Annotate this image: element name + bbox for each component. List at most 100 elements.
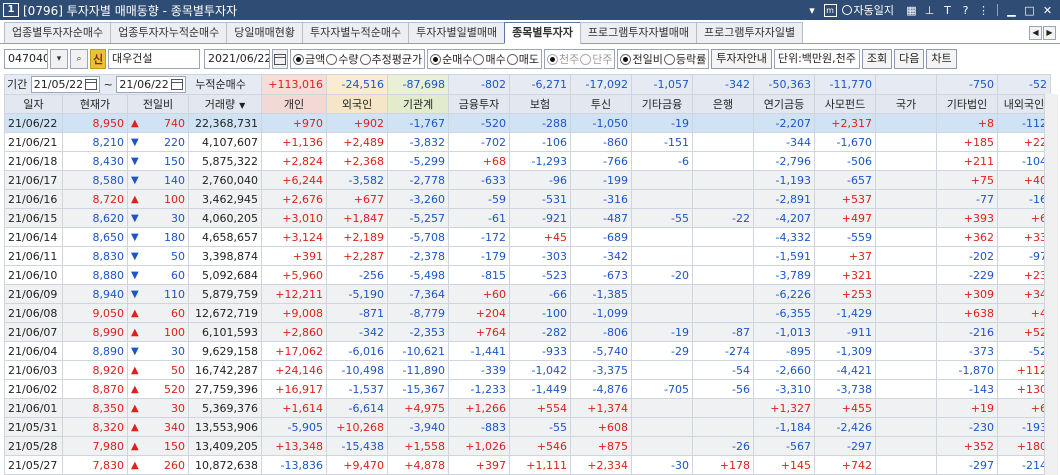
- radio-quantity[interactable]: 수량: [326, 51, 359, 67]
- col-header-trust[interactable]: 투신: [570, 94, 633, 114]
- search-button[interactable]: 조회: [861, 49, 893, 69]
- table-row[interactable]: 21/06/14 8,650 ▼ 180 4,658,657 +3,124 +2,189 -5…: [4, 227, 1052, 247]
- cell-foreign: -6,016: [326, 341, 389, 361]
- grid-icon[interactable]: ▦: [905, 4, 918, 17]
- cell-pension: -1,193: [753, 170, 816, 190]
- radio-sell[interactable]: 매도: [506, 51, 539, 67]
- calendar-icon[interactable]: [85, 79, 98, 90]
- table-row[interactable]: 21/05/31 8,320 ▲ 340 13,553,906 -5,905 +10,268…: [4, 417, 1052, 437]
- table-row[interactable]: 21/05/27 7,830 ▲ 260 10,872,638 -13,836 +9,470…: [4, 455, 1052, 475]
- calendar-icon[interactable]: [170, 79, 183, 90]
- tab-sector-investor-cum-netbuy[interactable]: 업종투자자누적순매수: [110, 22, 228, 43]
- autolink-toggle[interactable]: 자동일지: [841, 2, 894, 18]
- cell-insurance: -303: [509, 246, 572, 266]
- code-dropdown-icon[interactable]: ▾: [50, 49, 68, 69]
- stock-code-input[interactable]: 047040: [4, 49, 48, 69]
- table-row[interactable]: 21/06/22 8,950 ▲ 740 22,368,731 +970 +902 -1,76…: [4, 113, 1052, 133]
- cell-fin-invest: -520: [448, 113, 511, 133]
- tab-scroll-left-icon[interactable]: ◀: [1029, 26, 1042, 40]
- col-header-bank[interactable]: 은행: [692, 94, 755, 114]
- table-row[interactable]: 21/06/15 8,620 ▼ 30 4,060,205 +3,010 +1,847 -5,…: [4, 208, 1052, 228]
- table-row[interactable]: 21/06/10 8,880 ▼ 60 5,092,684 +5,960 -256 -5,49…: [4, 265, 1052, 285]
- table-row[interactable]: 21/06/07 8,990 ▲ 100 6,101,593 +2,860 -342 -2,3…: [4, 322, 1052, 342]
- col-header-other-fin[interactable]: 기타금융: [631, 94, 694, 114]
- col-header-price[interactable]: 현재가: [62, 94, 128, 114]
- vertical-scrollbar[interactable]: [1044, 94, 1058, 475]
- cell-fin-invest: +764: [448, 322, 511, 342]
- maximize-icon[interactable]: □: [1023, 4, 1036, 17]
- pin-icon[interactable]: ⊥: [923, 4, 936, 17]
- header-row: 일자 현재가 전일비 거래량 ▼ 개인 외국인 기관계 금융투자 보험 투신 기타…: [4, 94, 1052, 114]
- up-arrow-icon: ▲: [131, 193, 139, 205]
- cell-individual: +13,348: [261, 436, 328, 456]
- table-row[interactable]: 21/06/09 8,940 ▼ 110 5,879,759 +12,211 -5,190-…: [4, 284, 1052, 304]
- radio-amount[interactable]: 금액: [293, 51, 325, 67]
- tab-stock-investor[interactable]: 종목별투자자: [504, 22, 581, 44]
- col-header-individual[interactable]: 개인: [261, 94, 328, 114]
- investor-guide-button[interactable]: 투자자안내: [711, 49, 772, 69]
- radio-net-buy[interactable]: 순매수: [430, 51, 472, 67]
- tab-scroll-right-icon[interactable]: ▶: [1043, 26, 1056, 40]
- tab-today-trading[interactable]: 당일매매현황: [226, 22, 304, 43]
- more-icon[interactable]: ⋮: [977, 4, 990, 17]
- help-icon[interactable]: ?: [959, 4, 972, 17]
- table-row[interactable]: 21/06/08 9,050 ▲ 60 12,672,719 +9,008 -871 -8,7…: [4, 303, 1052, 323]
- col-header-foreign[interactable]: 외국인: [326, 94, 389, 114]
- radio-thousand-shares[interactable]: 천주: [546, 51, 579, 67]
- table-row[interactable]: 21/06/02 8,870 ▲ 520 27,759,396 +16,917 -1,537…: [4, 379, 1052, 399]
- radio-prev-day-change[interactable]: 전일비: [620, 51, 663, 67]
- table-row[interactable]: 21/06/01 8,350 ▲ 30 5,369,376 +1,614 -6,614 +4,…: [4, 398, 1052, 418]
- minimize-icon[interactable]: ▁: [1005, 4, 1018, 17]
- col-header-other-corp[interactable]: 기타법인: [936, 94, 999, 114]
- col-header-private-fund[interactable]: 사모펀드: [814, 94, 877, 114]
- table-row[interactable]: 21/06/16 8,720 ▲ 100 3,462,945 +2,676 +677 -3,2…: [4, 189, 1052, 209]
- sort-icon[interactable]: ▼: [239, 101, 245, 110]
- radio-single-shares[interactable]: 단주: [580, 51, 612, 67]
- col-header-nation[interactable]: 국가: [875, 94, 938, 114]
- tab-program-investor-trading[interactable]: 프로그램투자자별매매: [579, 22, 698, 43]
- tab-sector-investor-netbuy[interactable]: 업종별투자자순매수: [4, 22, 112, 43]
- radio-change-rate[interactable]: 등락률: [663, 51, 706, 67]
- col-header-volume[interactable]: 거래량 ▼: [187, 94, 263, 114]
- tab-investor-daily-trading[interactable]: 투자자별일별매매: [408, 22, 506, 43]
- cell-institution: +1,558: [387, 436, 450, 456]
- search-icon[interactable]: ⌕: [70, 49, 88, 69]
- radio-buy[interactable]: 매수: [473, 51, 506, 67]
- col-header-fin-invest[interactable]: 금융투자: [448, 94, 511, 114]
- radio-est-avg-price[interactable]: 추정평균가: [359, 51, 422, 67]
- cell-fin-invest: -172: [448, 227, 511, 247]
- table-row[interactable]: 21/06/21 8,210 ▼ 220 4,107,607 +1,136 +2,489 -3…: [4, 132, 1052, 152]
- stock-name-field[interactable]: 대우건설: [108, 49, 200, 69]
- text-icon[interactable]: T: [941, 4, 954, 17]
- col-header-domestic-foreign[interactable]: 내외국인: [997, 94, 1052, 114]
- cell-bank: -26: [692, 436, 755, 456]
- cell-private-fund: +537: [814, 189, 877, 209]
- table-row[interactable]: 21/06/03 8,920 ▲ 50 16,742,287 +24,146 -10,498…: [4, 360, 1052, 380]
- col-header-change[interactable]: 전일비: [127, 94, 189, 114]
- tab-bar: 업종별투자자순매수 업종투자자누적순매수 당일매매현황 투자자별누적순매수 투자…: [0, 22, 1060, 44]
- cell-fin-invest: +1,026: [448, 436, 511, 456]
- period-from-input[interactable]: 21/05/22: [30, 76, 101, 93]
- table-row[interactable]: 21/05/28 7,980 ▲ 150 13,409,205 +13,348 -15,43…: [4, 436, 1052, 456]
- table-row[interactable]: 21/06/18 8,430 ▼ 150 5,875,322 +2,824 +2,368 -5…: [4, 151, 1052, 171]
- tab-investor-cum-netbuy[interactable]: 투자자별누적순매수: [302, 22, 410, 43]
- col-header-institution[interactable]: 기관계: [387, 94, 450, 114]
- close-icon[interactable]: ✕: [1041, 4, 1054, 17]
- cell-other-fin: -20: [631, 265, 694, 285]
- col-header-insurance[interactable]: 보험: [509, 94, 572, 114]
- period-to-input[interactable]: 21/06/22: [116, 76, 186, 93]
- m-icon[interactable]: m: [823, 3, 837, 17]
- cell-private-fund: -2,426: [814, 417, 877, 437]
- tab-program-investor-daily[interactable]: 프로그램투자자일별: [696, 22, 804, 43]
- cell-date: 21/06/11: [4, 246, 63, 266]
- table-row[interactable]: 21/06/11 8,830 ▼ 50 3,398,874 +391 +2,287 -2,37…: [4, 246, 1052, 266]
- col-header-pension[interactable]: 연기금등: [753, 94, 816, 114]
- next-button[interactable]: 다음: [894, 49, 925, 69]
- date-input[interactable]: 2021/06/22: [204, 49, 270, 69]
- calendar-icon[interactable]: [272, 49, 288, 69]
- col-header-date[interactable]: 일자: [4, 94, 63, 114]
- chart-button[interactable]: 차트: [926, 49, 957, 69]
- table-row[interactable]: 21/06/17 8,580 ▼ 140 2,760,040 +6,244 -3,582 -2…: [4, 170, 1052, 190]
- table-row[interactable]: 21/06/04 8,890 ▼ 30 9,629,158 +17,062 -6,016 -1…: [4, 341, 1052, 361]
- menu-icon[interactable]: ▾: [806, 4, 819, 17]
